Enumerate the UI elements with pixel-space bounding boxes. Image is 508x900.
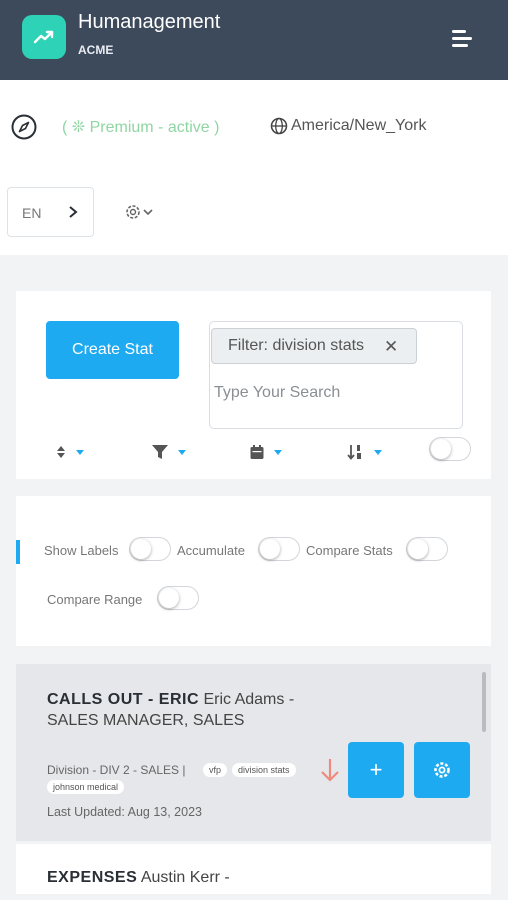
compare-stats-label: Compare Stats: [306, 543, 393, 558]
stat-title: CALLS OUT - ERIC Eric Adams - SALES MANA…: [47, 689, 297, 731]
timezone[interactable]: America/New_York: [291, 117, 426, 135]
logo[interactable]: [22, 15, 66, 59]
filter-dropdown[interactable]: [151, 443, 189, 461]
stat-settings-button[interactable]: [414, 742, 470, 798]
create-stat-button[interactable]: Create Stat: [46, 321, 179, 379]
view-toggle[interactable]: [429, 437, 471, 461]
sort-numeric-icon: [347, 445, 361, 460]
compare-range-toggle[interactable]: [157, 586, 199, 610]
filter-chip-label: Filter: division stats: [228, 337, 365, 354]
trending-up-icon: [33, 30, 54, 44]
stat-card[interactable]: EXPENSES Austin Kerr -: [16, 844, 491, 894]
sort-icon: [57, 446, 65, 458]
stat-name: EXPENSES: [47, 869, 138, 886]
tag[interactable]: johnson medical: [47, 780, 125, 794]
compass-icon[interactable]: [10, 113, 38, 141]
app-header: Humanagement ACME: [0, 0, 508, 80]
date-dropdown[interactable]: [249, 443, 285, 461]
sort-order-dropdown[interactable]: [56, 443, 90, 461]
calendar-icon: [250, 445, 264, 459]
show-labels-toggle[interactable]: [129, 537, 171, 561]
tag[interactable]: vfp: [203, 763, 228, 777]
app-title: Humanagement: [78, 11, 221, 33]
stat-division: Division - DIV 2 - SALES |: [47, 763, 186, 777]
search-input[interactable]: [214, 384, 454, 402]
tag[interactable]: division stats: [232, 763, 296, 777]
active-indicator: [16, 540, 20, 564]
last-updated: Last Updated: Aug 13, 2023: [47, 805, 202, 819]
compare-stats-toggle[interactable]: [406, 537, 448, 561]
menu-icon[interactable]: [448, 28, 474, 48]
arrow-down-icon: [321, 759, 339, 782]
filter-icon: [152, 445, 168, 459]
stats-toolbar: Create Stat Filter: division stats ✕: [16, 291, 491, 479]
sort-numeric-dropdown[interactable]: [347, 443, 385, 461]
language-code: EN: [22, 205, 42, 221]
accumulate-label: Accumulate: [177, 543, 245, 558]
stat-card[interactable]: CALLS OUT - ERIC Eric Adams - SALES MANA…: [16, 664, 491, 841]
add-entry-button[interactable]: +: [348, 742, 404, 798]
premium-status: ( ❊ Premium - active ): [62, 119, 220, 136]
chevron-right-icon: [69, 206, 78, 218]
scrollbar[interactable]: [482, 672, 486, 732]
close-icon[interactable]: ✕: [384, 337, 398, 357]
stat-title: EXPENSES Austin Kerr -: [47, 869, 230, 887]
globe-icon: [270, 117, 288, 135]
org-name: ACME: [78, 43, 114, 57]
chart-options: Show Labels Accumulate Compare Stats Com…: [16, 496, 491, 646]
gear-icon: [434, 762, 450, 778]
language-selector[interactable]: EN: [7, 187, 94, 237]
stat-name: CALLS OUT - ERIC: [47, 691, 199, 708]
settings-dropdown-icon[interactable]: [124, 203, 158, 221]
compare-range-label: Compare Range: [47, 592, 143, 607]
search-box[interactable]: Filter: division stats ✕: [209, 321, 463, 429]
stat-owner: Austin Kerr -: [140, 869, 230, 886]
show-labels-label: Show Labels: [44, 543, 119, 558]
filter-chip: Filter: division stats ✕: [211, 328, 417, 364]
accumulate-toggle[interactable]: [258, 537, 300, 561]
